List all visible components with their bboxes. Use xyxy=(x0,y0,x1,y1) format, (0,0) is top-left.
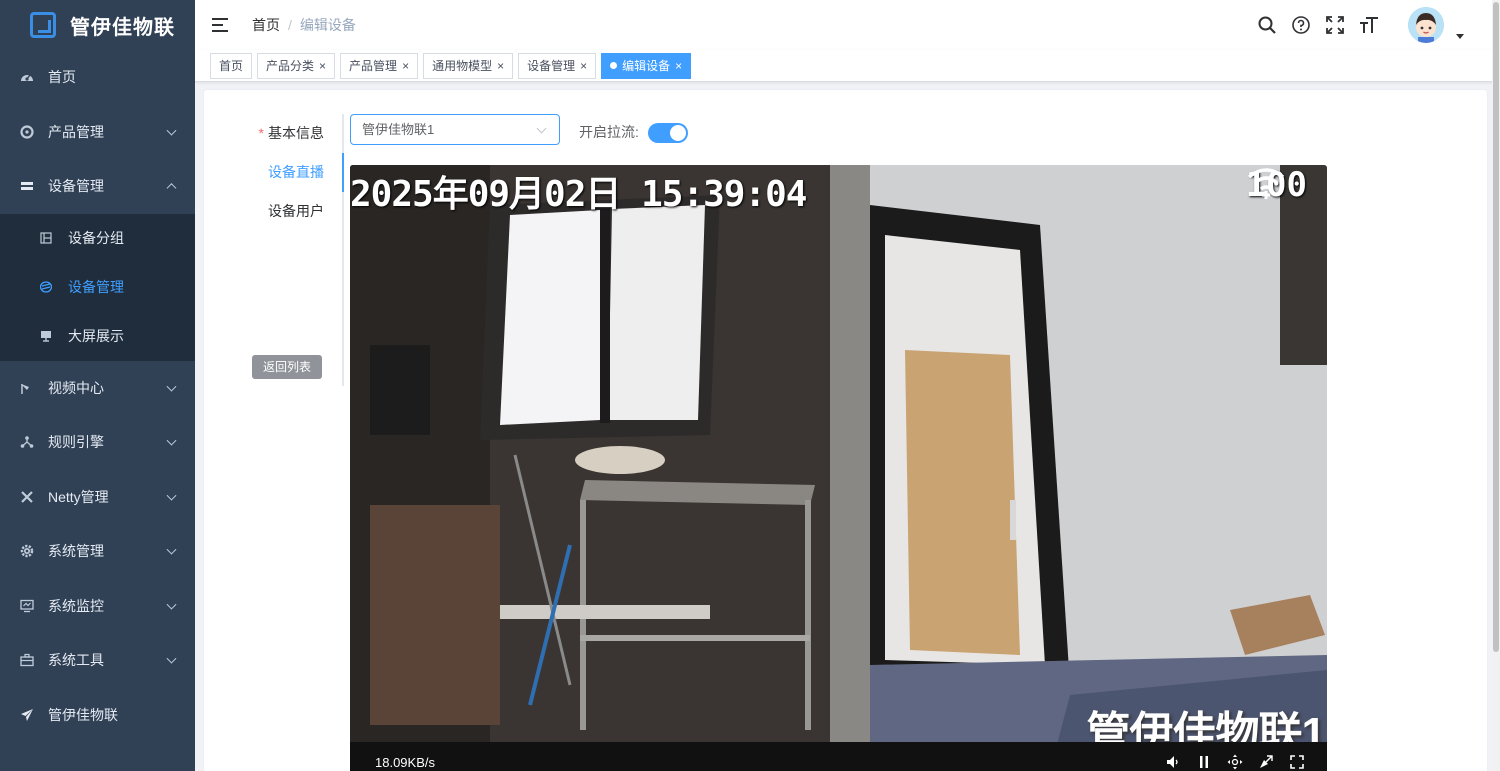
device-submenu: 设备分组 设备管理 大屏展示 xyxy=(0,213,195,361)
send-icon xyxy=(21,708,33,721)
video-bitrate: 18.09KB/s xyxy=(375,754,435,770)
breadcrumb: 首页 / 编辑设备 xyxy=(252,15,356,35)
rule-icon xyxy=(20,436,34,449)
close-icon[interactable]: × xyxy=(497,59,504,73)
scrollbar-thumb[interactable] xyxy=(1493,2,1499,652)
tab-device-user[interactable]: 设备用户 xyxy=(204,192,344,231)
tag-thing-model[interactable]: 通用物模型 × xyxy=(423,52,514,79)
breadcrumb-home[interactable]: 首页 xyxy=(252,15,280,35)
chevron-up-icon xyxy=(166,183,177,194)
sidebar-item-product[interactable]: 产品管理 xyxy=(0,105,195,160)
hamburger-icon[interactable] xyxy=(212,18,228,32)
pause-icon[interactable] xyxy=(1196,754,1212,770)
chevron-down-icon xyxy=(166,544,177,555)
live-video[interactable]: 2025年09月02日 15:39:04 100 管伊佳物联1 xyxy=(350,165,1327,771)
screenshot-icon[interactable] xyxy=(1258,754,1274,770)
toolbox-icon xyxy=(20,654,34,667)
stream-switch[interactable] xyxy=(648,123,688,143)
sidebar-item-home[interactable]: 首页 xyxy=(0,50,195,105)
header-tools xyxy=(1250,0,1464,50)
required-mark: * xyxy=(258,125,264,141)
video-control-bar: 18.09KB/s xyxy=(350,742,1327,771)
device-tabs: * 基本信息 设备直播 设备用户 xyxy=(204,114,344,231)
sidebar-item-device[interactable]: 设备管理 xyxy=(0,159,195,214)
tag-home[interactable]: 首页 xyxy=(210,52,253,79)
video-frame xyxy=(350,165,1327,771)
tag-product-manage[interactable]: 产品管理 × xyxy=(340,52,419,79)
sidebar-item-big-screen[interactable]: 大屏展示 xyxy=(0,312,195,361)
avatar[interactable] xyxy=(1408,7,1444,43)
sidebar-item-monitor[interactable]: 系统监控 xyxy=(0,579,195,634)
caret-down-icon[interactable] xyxy=(1456,33,1464,39)
help-icon[interactable] xyxy=(1290,14,1312,36)
product-icon xyxy=(20,125,34,139)
gear-icon xyxy=(20,545,34,558)
search-icon[interactable] xyxy=(1256,14,1278,36)
chevron-down-icon xyxy=(166,381,177,392)
video-osd-timestamp: 2025年09月02日 15:39:04 xyxy=(350,174,807,215)
device-icon xyxy=(21,182,33,191)
close-icon[interactable]: × xyxy=(675,59,682,73)
tags-view: 首页 产品分类 × 产品管理 × 通用物模型 × 设备管理 × 编辑设备 × xyxy=(195,50,1500,82)
ptz-icon[interactable] xyxy=(1227,754,1243,770)
sidebar-item-tools[interactable]: 系统工具 xyxy=(0,633,195,688)
sidebar-item-rule[interactable]: 规则引擎 xyxy=(0,415,195,470)
font-size-icon[interactable] xyxy=(1358,14,1380,36)
chevron-down-icon xyxy=(166,653,177,664)
close-icon[interactable]: × xyxy=(319,59,326,73)
monitor-icon xyxy=(20,599,34,612)
active-dot xyxy=(610,62,618,69)
tab-device-live[interactable]: 设备直播 xyxy=(204,153,344,192)
device-select-value: 管伊佳物联1 xyxy=(362,122,435,137)
video-fullscreen-icon[interactable] xyxy=(1289,754,1305,770)
netty-icon xyxy=(21,490,33,503)
sidebar-item-brand[interactable]: 管伊佳物联 xyxy=(0,688,195,743)
edit-device-card: * 基本信息 设备直播 设备用户 返回列表 管伊佳物联1 开启拉流: 2025年… xyxy=(203,89,1488,771)
back-to-list-button[interactable]: 返回列表 xyxy=(252,355,322,379)
chevron-down-icon xyxy=(166,125,177,136)
chevron-down-icon xyxy=(536,123,547,134)
stream-switch-label: 开启拉流: xyxy=(579,124,639,140)
tag-edit-device[interactable]: 编辑设备 × xyxy=(601,52,692,79)
sidebar: 管伊佳物联 首页 产品管理 设备管理 设备分组 设备管理 大屏展示 视频中心 规… xyxy=(0,0,195,771)
app-title: 管伊佳物联 xyxy=(70,16,175,39)
dashboard-icon xyxy=(21,74,33,82)
sidebar-item-device-group[interactable]: 设备分组 xyxy=(0,214,195,263)
device-select[interactable]: 管伊佳物联1 xyxy=(350,114,560,145)
breadcrumb-separator: / xyxy=(288,17,292,33)
video-controls xyxy=(1150,742,1305,771)
logo-icon xyxy=(30,12,56,38)
sidebar-item-netty[interactable]: Netty管理 xyxy=(0,470,195,525)
sidebar-item-system[interactable]: 系统管理 xyxy=(0,524,195,579)
volume-icon[interactable] xyxy=(1165,754,1181,770)
logo[interactable]: 管伊佳物联 xyxy=(0,0,195,50)
sidebar-item-video[interactable]: 视频中心 xyxy=(0,361,195,416)
fullscreen-icon[interactable] xyxy=(1324,14,1346,36)
close-icon[interactable]: × xyxy=(580,59,587,73)
video-icon xyxy=(21,383,29,394)
tab-basic-info[interactable]: * 基本信息 xyxy=(204,114,344,153)
chevron-down-icon xyxy=(166,435,177,446)
chevron-down-icon xyxy=(166,490,177,501)
top-navbar: 首页 / 编辑设备 xyxy=(195,0,1500,50)
sidebar-item-device-manage[interactable]: 设备管理 xyxy=(0,263,195,312)
video-osd-signal: 100 xyxy=(1245,165,1307,205)
chevron-down-icon xyxy=(166,599,177,610)
close-icon[interactable]: × xyxy=(402,59,409,73)
group-icon xyxy=(40,232,52,244)
page-scrollbar[interactable] xyxy=(1492,0,1500,771)
breadcrumb-current: 编辑设备 xyxy=(299,17,356,33)
device-manage-icon xyxy=(40,281,52,293)
tag-device-manage[interactable]: 设备管理 × xyxy=(518,52,597,79)
wifi-icon xyxy=(1247,168,1284,199)
tag-product-category[interactable]: 产品分类 × xyxy=(257,52,336,79)
screen-icon xyxy=(41,331,51,342)
